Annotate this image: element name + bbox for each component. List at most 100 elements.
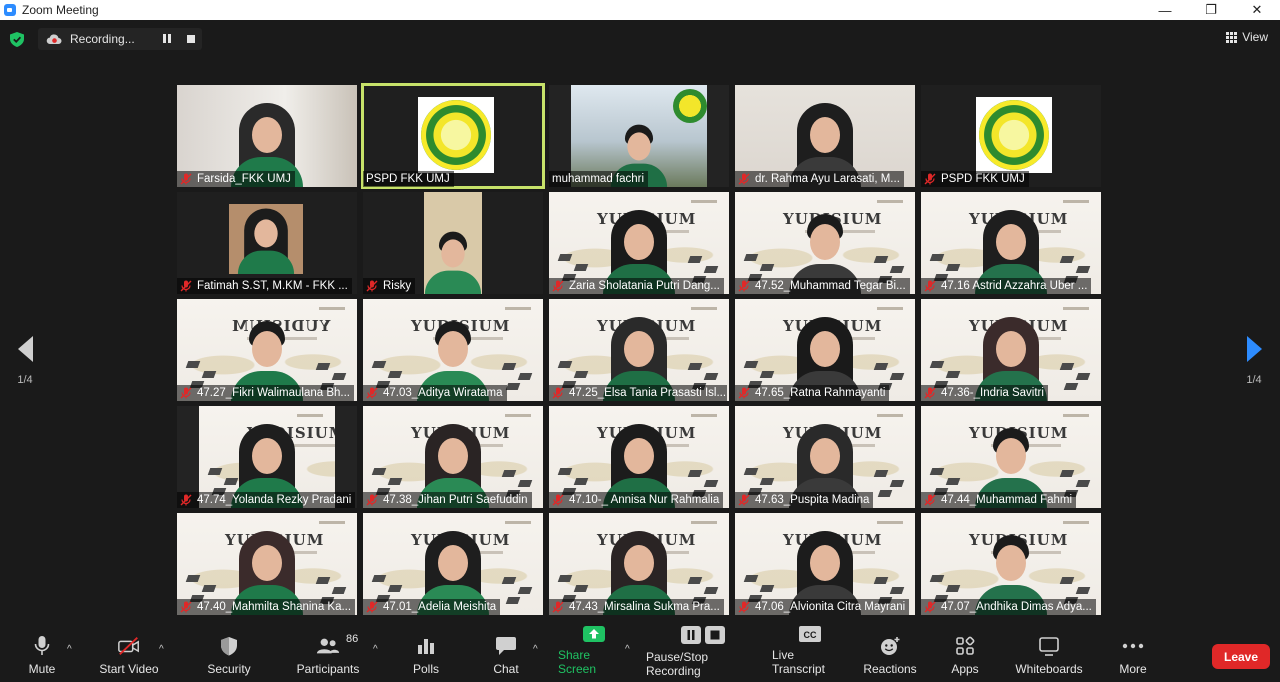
participant-video bbox=[233, 205, 299, 274]
polls-button[interactable]: Polls bbox=[408, 632, 444, 682]
mute-button[interactable]: Mute bbox=[20, 632, 64, 682]
reactions-button[interactable]: Reactions bbox=[862, 632, 918, 682]
window-controls: — ❐ ✕ bbox=[1142, 0, 1280, 20]
mic-muted-icon bbox=[366, 387, 378, 399]
participant-name: 47.52_Muhammad Tegar Bi... bbox=[755, 280, 906, 292]
participant-name-label: 47.16 Astrid Azzahra Uber ... bbox=[921, 278, 1092, 294]
mic-muted-icon bbox=[924, 601, 936, 613]
participants-options-chevron-icon[interactable]: ^ bbox=[373, 644, 378, 655]
close-window-button[interactable]: ✕ bbox=[1234, 0, 1280, 20]
pause-recording-icon[interactable] bbox=[162, 34, 173, 44]
participant-video bbox=[424, 225, 482, 294]
participant-name: Zaria Sholatania Putri Dang... bbox=[569, 280, 720, 292]
participant-name-label: 47.44_Muhammad Fahmi bbox=[921, 492, 1077, 508]
start-video-button[interactable]: Start Video bbox=[96, 632, 162, 682]
cc-glyph: CC bbox=[804, 630, 817, 640]
chat-options-chevron-icon[interactable]: ^ bbox=[533, 644, 538, 655]
participant-tile[interactable]: YUDISIUM47.40_Mahmilta Shanina Ka... bbox=[177, 513, 357, 615]
microphone-icon bbox=[30, 635, 54, 657]
participant-tile[interactable]: YUDISIUM47.43_Mirsalina Sukma Pra... bbox=[549, 513, 729, 615]
participant-tile[interactable]: YUDISIUM47.63_Puspita Madina bbox=[735, 406, 915, 508]
participant-name: 47.25_Elsa Tania Prasasti Isl... bbox=[569, 387, 727, 399]
minimize-button[interactable]: — bbox=[1142, 0, 1188, 20]
participant-name-label: 47.63_Puspita Madina bbox=[735, 492, 874, 508]
meeting-stage: Recording... View 1/4 1/4 Farsida_FKK UM… bbox=[0, 20, 1280, 632]
pause-stop-recording-button[interactable]: Pause/Stop Recording bbox=[646, 626, 760, 682]
participant-tile[interactable]: YUDISIUM47.36-_Indria Savitri bbox=[921, 299, 1101, 401]
participant-name: 47.03_Aditya Wiratama bbox=[383, 387, 503, 399]
participant-tile[interactable]: YUDISIUM47.10-_ Annisa Nur Rahmalia bbox=[549, 406, 729, 508]
security-button[interactable]: Security bbox=[204, 632, 254, 682]
leave-button[interactable]: Leave bbox=[1212, 644, 1270, 669]
mic-muted-icon bbox=[180, 280, 192, 292]
participant-tile[interactable]: YUDISIUM47.03_Aditya Wiratama bbox=[363, 299, 543, 401]
window-titlebar: Zoom Meeting — ❐ ✕ bbox=[0, 0, 1280, 20]
whiteboards-button[interactable]: Whiteboards bbox=[1012, 632, 1086, 682]
participant-tile[interactable]: PSPD FKK UMJ bbox=[921, 85, 1101, 187]
mute-options-chevron-icon[interactable]: ^ bbox=[67, 644, 72, 655]
stop-recording-icon[interactable] bbox=[186, 35, 195, 43]
participant-tile[interactable]: Risky bbox=[363, 192, 543, 294]
participant-name-label: 47.03_Aditya Wiratama bbox=[363, 385, 507, 401]
participant-name: 47.65_Ratna Rahmayanti bbox=[755, 387, 886, 399]
participant-name: 47.43_Mirsalina Sukma Pra... bbox=[569, 601, 720, 613]
share-options-chevron-icon[interactable]: ^ bbox=[625, 644, 630, 655]
live-transcript-button[interactable]: CC Live Transcript bbox=[772, 626, 848, 682]
start-video-label: Start Video bbox=[99, 662, 159, 676]
participants-icon: 86 bbox=[316, 633, 358, 657]
share-screen-button[interactable]: Share Screen bbox=[558, 626, 630, 682]
participant-tile[interactable]: YUDISIUM47.52_Muhammad Tegar Bi... bbox=[735, 192, 915, 294]
participant-name: Risky bbox=[383, 280, 412, 292]
participant-tile[interactable]: YUDISIUM47.44_Muhammad Fahmi bbox=[921, 406, 1101, 508]
participant-tile[interactable]: YUDISIUMZaria Sholatania Putri Dang... bbox=[549, 192, 729, 294]
video-options-chevron-icon[interactable]: ^ bbox=[159, 644, 164, 655]
apps-button[interactable]: Apps bbox=[944, 632, 986, 682]
participants-label: Participants bbox=[296, 662, 360, 676]
mic-muted-icon bbox=[924, 494, 936, 506]
participant-tile[interactable]: YUDISIUM47.01_Adelia Meishita bbox=[363, 513, 543, 615]
participant-tile[interactable]: YUDISIUM47.25_Elsa Tania Prasasti Isl... bbox=[549, 299, 729, 401]
share-screen-icon bbox=[582, 625, 606, 643]
mic-muted-icon bbox=[552, 494, 564, 506]
next-page-button[interactable]: 1/4 bbox=[1239, 336, 1269, 386]
participant-tile[interactable]: YUDISIUM47.65_Ratna Rahmayanti bbox=[735, 299, 915, 401]
participant-tile[interactable]: PSPD FKK UMJ bbox=[361, 83, 545, 189]
participant-tile[interactable]: dr. Rahma Ayu Larasati, M... bbox=[735, 85, 915, 187]
more-button[interactable]: More bbox=[1112, 632, 1154, 682]
participant-tile[interactable]: YUDISIUM47.06_Alvionita Citra Mayrani bbox=[735, 513, 915, 615]
participant-tile[interactable]: muhammad fachri bbox=[549, 85, 729, 187]
mic-muted-icon bbox=[738, 280, 750, 292]
participant-name-label: 47.36-_Indria Savitri bbox=[921, 385, 1048, 401]
participant-name: 47.10-_ Annisa Nur Rahmalia bbox=[569, 494, 720, 506]
reactions-label: Reactions bbox=[863, 662, 917, 676]
polls-label: Polls bbox=[412, 662, 439, 676]
polls-icon bbox=[414, 635, 438, 657]
participant-tile[interactable]: YUDISIUM47.16 Astrid Azzahra Uber ... bbox=[921, 192, 1101, 294]
chat-icon bbox=[494, 635, 518, 657]
participant-name-label: 47.43_Mirsalina Sukma Pra... bbox=[549, 599, 724, 615]
recording-label: Recording... bbox=[70, 32, 135, 46]
pause-stop-recording-label: Pause/Stop Recording bbox=[646, 650, 709, 678]
restore-button[interactable]: ❐ bbox=[1188, 0, 1234, 20]
chat-label: Chat bbox=[493, 662, 519, 676]
participant-tile[interactable]: Farsida_FKK UMJ bbox=[177, 85, 357, 187]
chat-button[interactable]: Chat bbox=[488, 632, 524, 682]
participant-name-label: 47.01_Adelia Meishita bbox=[363, 599, 501, 615]
mic-muted-icon bbox=[924, 280, 936, 292]
mic-muted-icon bbox=[180, 173, 192, 185]
mic-muted-icon bbox=[552, 387, 564, 399]
shield-check-icon[interactable] bbox=[10, 32, 24, 47]
previous-page-button[interactable]: 1/4 bbox=[10, 336, 40, 386]
participant-name-label: 47.65_Ratna Rahmayanti bbox=[735, 385, 890, 401]
live-transcript-label: Live Transcript bbox=[772, 648, 825, 676]
view-button[interactable]: View bbox=[1226, 30, 1268, 44]
participant-tile[interactable]: Fatimah S.ST, M.KM - FKK ... bbox=[177, 192, 357, 294]
participant-tile[interactable]: YUDISIUM47.38_Jihan Putri Saefuddin bbox=[363, 406, 543, 508]
participants-button[interactable]: 86 Participants bbox=[296, 632, 360, 682]
security-label: Security bbox=[207, 662, 251, 676]
participant-tile[interactable]: YUDISIUM47.74_Yolanda Rezky Pradani bbox=[177, 406, 357, 508]
grid-view-icon bbox=[1226, 31, 1238, 43]
participant-tile[interactable]: YUDISIUM47.07_Andhika Dimas Adya... bbox=[921, 513, 1101, 615]
participant-tile[interactable]: YUDISIUM 47.27_Fikri Walimaulana Bh... bbox=[177, 299, 357, 401]
participant-name: 47.63_Puspita Madina bbox=[755, 494, 870, 506]
